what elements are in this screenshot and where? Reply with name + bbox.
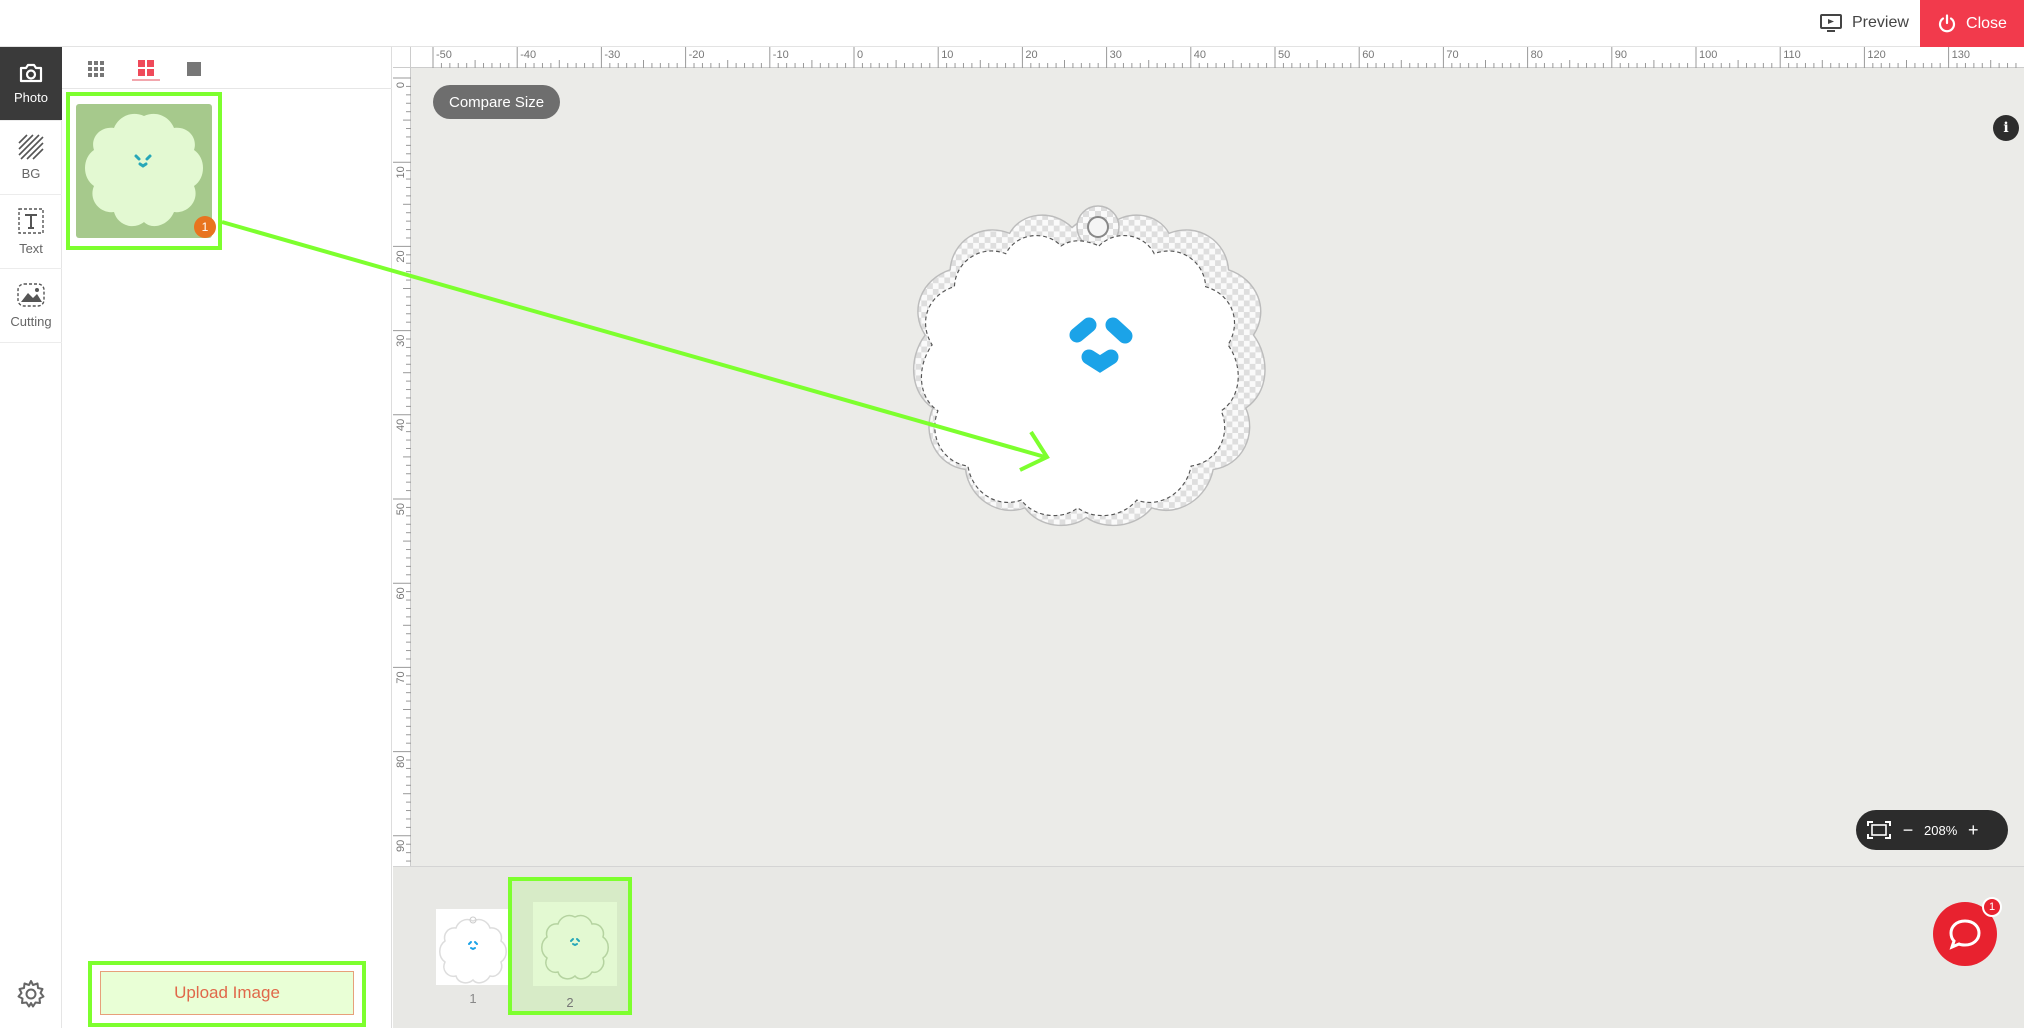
zoom-in-button[interactable]: + [1965, 820, 1981, 841]
zoom-controls: − 208% + [1856, 810, 2008, 850]
cutting-icon [17, 283, 45, 307]
zoom-level: 208% [1924, 822, 1958, 838]
ruler-label: 50 [395, 503, 407, 515]
chat-bubble-icon [1949, 919, 1981, 950]
ruler-label: 30 [395, 335, 407, 347]
page-thumbnail-1[interactable] [436, 909, 510, 985]
top-bar: Preview Close [0, 0, 2024, 47]
power-icon [1938, 13, 1956, 32]
zoom-out-button[interactable]: − [1900, 820, 1916, 841]
rail-item-text[interactable]: Text [0, 195, 62, 269]
grid-small-view-tab[interactable] [82, 57, 110, 81]
single-view-icon [187, 62, 201, 76]
ruler-label: 80 [395, 756, 407, 768]
horizontal-ruler: -50 -40 -30 -20 -10 0 10 20 30 40 50 60 70 80 90 100 110… [411, 47, 2024, 68]
ruler-label: 0 [395, 82, 407, 88]
compare-size-button[interactable]: Compare Size [433, 85, 561, 119]
rail-item-photo[interactable]: Photo [0, 47, 62, 121]
preview-label: Preview [1852, 14, 1909, 31]
ruler-label: 60 [395, 587, 407, 599]
ruler-label: 110 [1783, 49, 1801, 61]
photo-panel: 1 Upload Image [62, 47, 392, 1028]
ruler-label: 90 [1615, 49, 1627, 61]
ruler-label: -10 [773, 49, 789, 61]
vertical-ruler: 0 10 20 30 40 50 60 70 80 90 [393, 68, 411, 866]
rail-item-cutting[interactable]: Cutting [0, 269, 62, 343]
close-label: Close [1966, 14, 2007, 32]
stripes-icon [18, 134, 44, 160]
fit-screen-icon[interactable] [1866, 820, 1892, 840]
gear-icon[interactable] [15, 978, 47, 1010]
grid-large-icon [138, 60, 154, 76]
rail-label-text: Text [19, 241, 43, 256]
keychain-artwork[interactable] [863, 137, 1333, 607]
ruler-label: -40 [520, 49, 536, 61]
ruler-label: 20 [395, 250, 407, 262]
photo-thumbnail[interactable]: 1 [66, 92, 222, 250]
rail-label-photo: Photo [14, 90, 48, 105]
page-thumbnail-2[interactable]: 2 [512, 881, 628, 1011]
rail-item-bg[interactable]: BG [0, 121, 62, 195]
ruler-label: 30 [1110, 49, 1122, 61]
ruler-label: -20 [689, 49, 705, 61]
single-view-tab[interactable] [180, 57, 208, 81]
grid-small-icon [88, 61, 104, 77]
rail-label-bg: BG [21, 166, 41, 181]
tool-rail: Photo BG Text Cutting [0, 47, 62, 1028]
page-label-2: 2 [566, 995, 573, 1010]
chat-notification-badge: 1 [1982, 897, 2002, 917]
close-button[interactable]: Close [1920, 0, 2024, 47]
ruler-label: 10 [941, 49, 953, 61]
page-strip: 1 2 1 [393, 866, 2024, 1028]
rail-label-cutting: Cutting [10, 314, 52, 329]
horizontal-ruler-ticks: -50 -40 -30 -20 -10 0 10 20 30 40 50 60 70 80 90 100 110… [432, 47, 2017, 68]
ruler-label: 0 [857, 49, 863, 61]
ruler-label: 90 [395, 840, 407, 852]
ruler-label: 80 [1531, 49, 1543, 61]
camera-icon [19, 63, 43, 83]
ruler-label: 40 [1194, 49, 1206, 61]
ruler-label: 100 [1699, 49, 1717, 61]
view-mode-tabs [62, 47, 392, 89]
ruler-label: 70 [395, 671, 407, 683]
ruler-label: 120 [1867, 49, 1885, 61]
info-button[interactable]: i [1993, 115, 2019, 141]
ruler-label: 130 [1952, 49, 1970, 61]
grid-large-view-tab[interactable] [132, 57, 160, 81]
cloud-shape-icon [85, 113, 203, 227]
canvas-workspace[interactable]: -50 -40 -30 -20 -10 0 10 20 30 40 50 60 70 80 90 100 110… [393, 47, 2024, 866]
ruler-label: 10 [395, 166, 407, 178]
vertical-ruler-ticks: 0 10 20 30 40 50 60 70 80 90 [393, 77, 411, 862]
page-label-1: 1 [469, 991, 477, 1006]
text-icon [18, 208, 44, 234]
ruler-corner [393, 47, 411, 68]
monitor-icon [1820, 14, 1842, 32]
ruler-label: 50 [1278, 49, 1290, 61]
preview-button[interactable]: Preview [1810, 8, 1919, 38]
ruler-label: -50 [436, 49, 452, 61]
photo-thumbnail-image: 1 [76, 104, 216, 238]
ruler-label: 70 [1446, 49, 1458, 61]
ruler-label: 20 [1025, 49, 1037, 61]
page-1-preview [439, 916, 507, 984]
ruler-label: 40 [395, 419, 407, 431]
page-2-preview: 2 [533, 902, 617, 1010]
ruler-label: -30 [604, 49, 620, 61]
photo-count-badge: 1 [194, 216, 216, 238]
upload-image-button[interactable]: Upload Image [100, 971, 354, 1015]
ruler-label: 60 [1362, 49, 1374, 61]
